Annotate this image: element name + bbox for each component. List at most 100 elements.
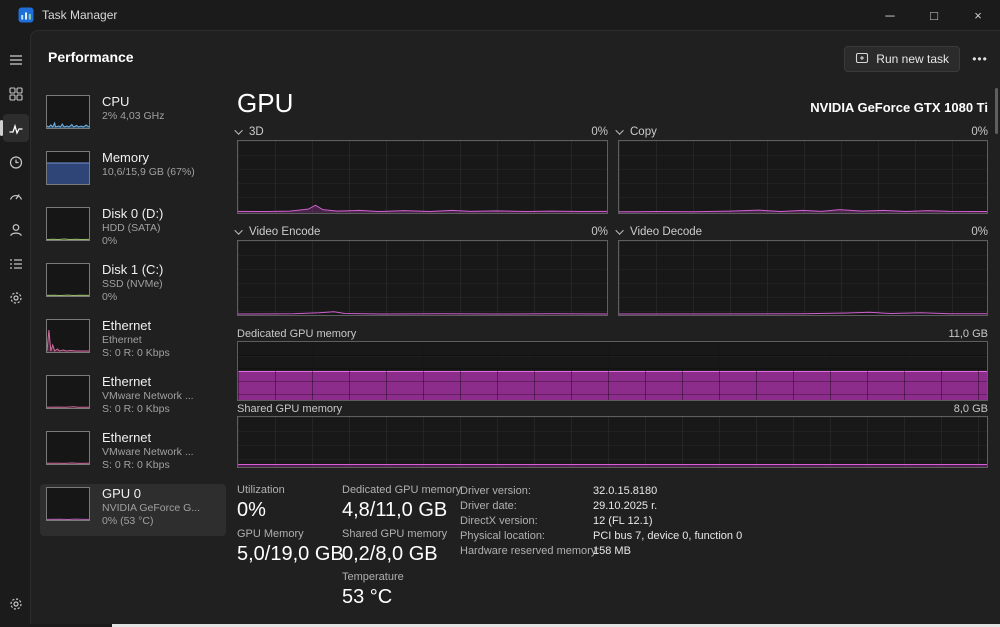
perf-item-detail: VMware Network ... — [102, 390, 224, 403]
startup-apps-icon — [8, 188, 24, 204]
gpu0-mini-chart — [46, 487, 90, 521]
engine-selector-3d[interactable]: 3D 0% — [237, 126, 608, 138]
sidebar-menu-toggle[interactable] — [3, 46, 29, 74]
perf-item-cpu[interactable]: CPU 2% 4,03 GHz — [40, 92, 226, 144]
page-title: Performance — [48, 49, 134, 65]
settings-gear-icon — [8, 596, 24, 612]
engine-label: Copy — [630, 126, 657, 138]
perf-item-name: Memory — [102, 150, 224, 166]
engine-utilization: 0% — [971, 126, 988, 138]
perf-item-detail: VMware Network ... — [102, 446, 224, 459]
window-controls: ─ □ × — [868, 0, 1000, 30]
perf-item-detail2: 0% (53 °C) — [102, 515, 224, 528]
perf-item-detail2: S: 0 R: 0 Kbps — [102, 459, 224, 472]
engine-label: Video Encode — [249, 226, 320, 238]
sidebar-item-settings[interactable] — [3, 590, 29, 618]
perf-item-detail: Ethernet — [102, 334, 224, 347]
performance-icon — [8, 120, 24, 136]
gpu-panel-title: GPU — [237, 88, 293, 119]
run-new-task-button[interactable]: Run new task — [844, 46, 960, 72]
dedicated-memory-max: 11,0 GB — [948, 328, 988, 340]
titlebar: Task Manager ─ □ × — [0, 0, 1000, 30]
sidebar-item-details[interactable] — [3, 250, 29, 278]
perf-item-detail2: 0% — [102, 235, 224, 248]
gpu-device-name: NVIDIA GeForce GTX 1080 Ti — [810, 100, 988, 115]
stat-dedicated-memory: Dedicated GPU memory 4,8/11,0 GB — [342, 484, 461, 522]
run-new-task-label: Run new task — [876, 52, 949, 66]
sidebar-item-startup-apps[interactable] — [3, 182, 29, 210]
shared-memory-label: Shared GPU memory — [237, 403, 342, 415]
perf-item-name: CPU — [102, 94, 224, 110]
details-icon — [8, 256, 24, 272]
perf-item-name: Disk 0 (D:) — [102, 206, 224, 222]
engine-utilization: 0% — [591, 226, 608, 238]
detail-driver-date: Driver date:29.10.2025 r. — [460, 500, 880, 513]
perf-item-name: GPU 0 — [102, 486, 224, 502]
stat-shared-memory: Shared GPU memory 0,2/8,0 GB — [342, 528, 447, 566]
perf-item-ethernet3[interactable]: Ethernet VMware Network ... S: 0 R: 0 Kb… — [40, 428, 226, 480]
maximize-icon[interactable]: □ — [912, 0, 956, 30]
perf-item-detail: 10,6/15,9 GB (67%) — [102, 166, 224, 179]
shared-memory-header: Shared GPU memory 8,0 GB — [237, 403, 988, 415]
stat-temperature: Temperature 53 °C — [342, 571, 404, 609]
new-task-icon — [855, 51, 869, 68]
processes-icon — [8, 86, 24, 102]
engine-utilization: 0% — [591, 126, 608, 138]
perf-item-detail2: S: 0 R: 0 Kbps — [102, 347, 224, 360]
stat-gpu-memory: GPU Memory 5,0/19,0 GB — [237, 528, 344, 566]
perf-item-memory[interactable]: Memory 10,6/15,9 GB (67%) — [40, 148, 226, 200]
engine-label: 3D — [249, 126, 264, 138]
perf-item-name: Ethernet — [102, 318, 224, 334]
dedicated-gpu-memory-chart — [237, 341, 988, 401]
gpu-copy-chart — [618, 140, 988, 214]
sidebar-item-users[interactable] — [3, 216, 29, 244]
ethernet2-mini-chart — [46, 375, 90, 409]
dedicated-memory-header: Dedicated GPU memory 11,0 GB — [237, 328, 988, 340]
close-icon[interactable]: × — [956, 0, 1000, 30]
perf-item-gpu0[interactable]: GPU 0 NVIDIA GeForce G... 0% (53 °C) — [40, 484, 226, 536]
perf-item-ethernet2[interactable]: Ethernet VMware Network ... S: 0 R: 0 Kb… — [40, 372, 226, 424]
perf-item-name: Ethernet — [102, 430, 224, 446]
perf-item-disk0[interactable]: Disk 0 (D:) HDD (SATA) 0% — [40, 204, 226, 256]
perf-item-ethernet1[interactable]: Ethernet Ethernet S: 0 R: 0 Kbps — [40, 316, 226, 368]
perf-item-name: Disk 1 (C:) — [102, 262, 224, 278]
cpu-mini-chart — [46, 95, 90, 129]
engine-selector-video-decode[interactable]: Video Decode 0% — [618, 226, 988, 238]
services-icon — [8, 290, 24, 306]
engine-label: Video Decode — [630, 226, 702, 238]
stat-utilization: Utilization 0% — [237, 484, 285, 522]
perf-item-detail: HDD (SATA) — [102, 222, 224, 235]
engine-selector-copy[interactable]: Copy 0% — [618, 126, 988, 138]
users-icon — [8, 222, 24, 238]
sidebar-item-app-history[interactable] — [3, 148, 29, 176]
memory-mini-chart — [46, 151, 90, 185]
engine-selector-video-encode[interactable]: Video Encode 0% — [237, 226, 608, 238]
hamburger-icon — [8, 52, 24, 68]
disk1-mini-chart — [46, 263, 90, 297]
gpu-video-encode-chart — [237, 240, 608, 316]
perf-item-detail: 2% 4,03 GHz — [102, 110, 224, 123]
window-title: Task Manager — [42, 8, 117, 22]
perf-item-detail2: 0% — [102, 291, 224, 304]
detail-driver-version: Driver version:32.0.15.8180 — [460, 485, 880, 498]
minimize-icon[interactable]: ─ — [868, 0, 912, 30]
dedicated-memory-label: Dedicated GPU memory — [237, 328, 356, 340]
shared-gpu-memory-chart — [237, 416, 988, 468]
scrollbar-thumb[interactable] — [995, 88, 998, 134]
detail-physical-location: Physical location:PCI bus 7, device 0, f… — [460, 530, 880, 543]
task-manager-icon — [18, 7, 34, 23]
app-history-icon — [8, 154, 24, 170]
gpu-video-decode-chart — [618, 240, 988, 316]
perf-item-disk1[interactable]: Disk 1 (C:) SSD (NVMe) 0% — [40, 260, 226, 312]
perf-item-detail: NVIDIA GeForce G... — [102, 502, 224, 515]
detail-directx-version: DirectX version:12 (FL 12.1) — [460, 515, 880, 528]
engine-utilization: 0% — [971, 226, 988, 238]
ethernet3-mini-chart — [46, 431, 90, 465]
detail-hardware-reserved-memory: Hardware reserved memory:158 MB — [460, 545, 880, 558]
task-manager-window: Task Manager ─ □ × — [0, 0, 1000, 627]
more-options-icon[interactable]: ••• — [966, 46, 994, 72]
sidebar-item-processes[interactable] — [3, 80, 29, 108]
shared-memory-max: 8,0 GB — [954, 403, 988, 415]
sidebar-item-performance[interactable] — [3, 114, 29, 142]
sidebar-item-services[interactable] — [3, 284, 29, 312]
